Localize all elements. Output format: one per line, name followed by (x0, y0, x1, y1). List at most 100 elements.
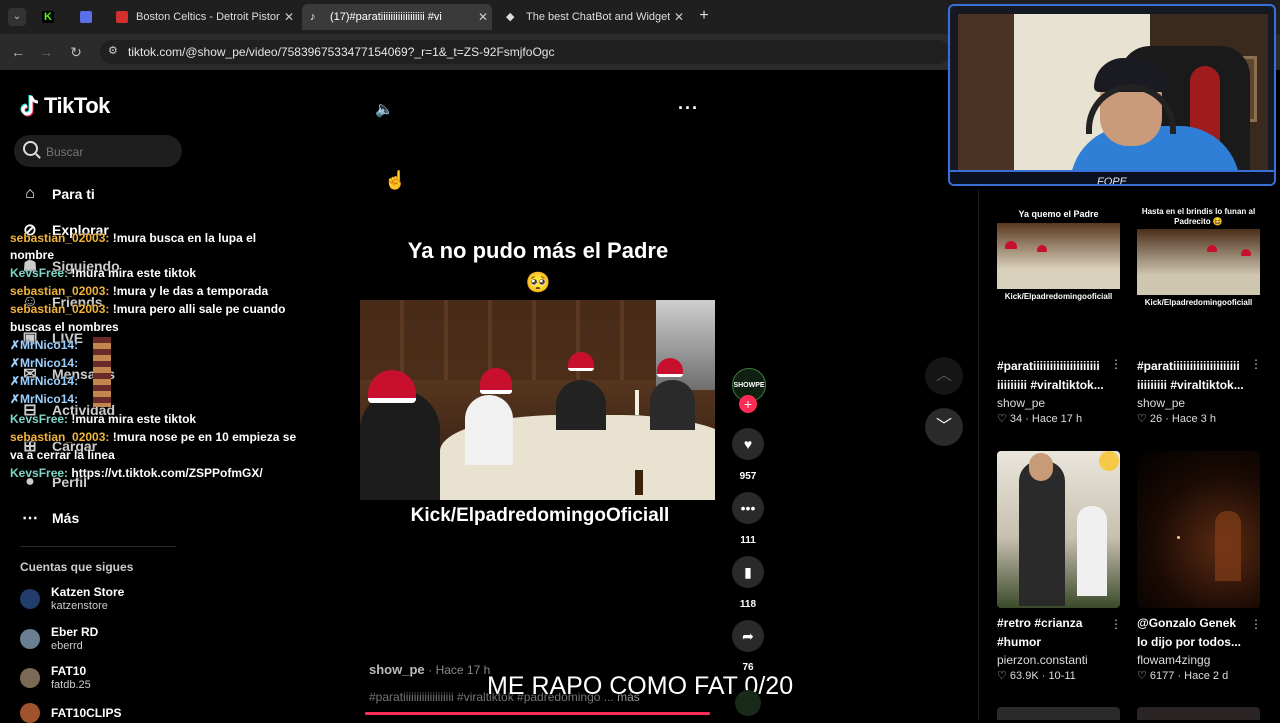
chat-line: ✗MrNico14: (10, 372, 78, 390)
like-button[interactable]: ♥ (732, 428, 764, 460)
new-tab-button[interactable]: + (694, 6, 714, 26)
tiktok-icon: ♪ (310, 11, 316, 23)
music-disc-icon[interactable] (735, 690, 761, 716)
webcam-name: FOPE (1097, 176, 1127, 186)
video-author-name[interactable]: show_pe (369, 662, 425, 677)
video-card[interactable]: @Gonzalo Genek lo dijo por todos... flow… (1137, 451, 1260, 684)
site-info-icon[interactable]: ⚙ (108, 44, 118, 57)
tiktok-logo[interactable]: TikTok (20, 93, 110, 119)
chat-text: !mura mira este tiktok (68, 412, 197, 426)
chat-line: ✗MrNico14: (10, 390, 78, 408)
save-button[interactable]: ▮ (732, 556, 764, 588)
follow-plus-button[interactable]: + (739, 395, 757, 413)
thumbnail-image (1137, 229, 1260, 295)
card-author[interactable]: show_pe (1137, 395, 1260, 411)
tab-list-dropdown-icon[interactable]: ⌄ (8, 8, 26, 26)
video-person (360, 390, 440, 500)
card-caption-line: @Gonzalo Genek (1137, 616, 1237, 630)
chat-user: sebastian_02003: (10, 430, 110, 444)
close-icon[interactable]: ✕ (474, 10, 492, 24)
following-handle: katzenstore (51, 600, 108, 612)
video-card[interactable] (1137, 707, 1260, 720)
card-more-icon[interactable]: ⋮ (1110, 617, 1122, 631)
thumbnail-caption: Ya quemo el Padre (1018, 209, 1099, 219)
comment-count: 111 (740, 535, 756, 546)
forward-icon[interactable]: → (36, 42, 56, 62)
sidebar-item-para-ti[interactable]: ⌂ Para ti (20, 184, 95, 204)
tab-kick[interactable]: K (34, 4, 64, 30)
chat-user: ✗MrNico14: (10, 374, 79, 388)
video-thumbnail (997, 451, 1120, 608)
url-field[interactable]: ⚙ tiktok.com/@show_pe/video/758396753347… (100, 40, 950, 64)
sidebar-item-mas[interactable]: ⋯ Más (20, 508, 79, 528)
save-count: 118 (739, 599, 757, 610)
chat-text: !mura pero alli sale pe cuando (109, 302, 286, 316)
card-more-icon[interactable]: ⋮ (1250, 617, 1262, 631)
search-handle (35, 153, 41, 159)
espn-icon (116, 11, 128, 23)
card-more-icon[interactable]: ⋮ (1250, 357, 1262, 371)
mouse-cursor-icon: ☝ (384, 170, 407, 190)
tab-title: Boston Celtics - Detroit Pistons (136, 11, 280, 23)
thumbnail-person-head (1029, 453, 1053, 481)
video-progress-track[interactable] (365, 712, 710, 715)
chat-line: nombre (10, 246, 54, 264)
app-icon (80, 11, 92, 23)
like-count: 957 (739, 471, 757, 482)
santa-hat-icon (1037, 245, 1047, 252)
chat-line: buscas el nombres (10, 318, 119, 336)
previous-video-button[interactable]: ︿ (925, 357, 963, 395)
card-stats: ♡ 63.9K · 10-11 (997, 670, 1076, 682)
card-more-icon[interactable]: ⋮ (1110, 357, 1122, 371)
tab-app[interactable] (72, 4, 102, 30)
close-icon[interactable]: ✕ (670, 10, 688, 24)
sidebar-item-label: Para ti (52, 186, 95, 202)
following-item[interactable]: FAT10CLIPS (20, 703, 121, 723)
video-thumbnail: Ya quemo el Padre Kick/Elpadredomingoofi… (997, 205, 1120, 362)
more-options-icon[interactable]: ··· (678, 98, 700, 118)
volume-icon[interactable]: 🔈 (375, 100, 395, 120)
following-item[interactable]: Eber RD eberrd (20, 625, 98, 653)
webcam-name-plate: FOPE (950, 170, 1274, 186)
thumbnail-person (1077, 506, 1107, 596)
chat-line: KevsFree: https://vt.tiktok.com/ZSPPofmG… (10, 464, 263, 482)
chat-text: !mura y le das a temporada (109, 284, 269, 298)
close-icon[interactable]: ✕ (280, 10, 298, 24)
video-card[interactable]: Hasta en el brindis lo funan al Padrecit… (1137, 205, 1260, 362)
card-author[interactable]: flowam4zingg (1137, 652, 1260, 668)
search-box[interactable] (14, 135, 182, 167)
video-frame[interactable] (360, 300, 715, 500)
following-item[interactable]: FAT10 fatdb.25 (20, 664, 91, 692)
video-card[interactable]: Ya quemo el Padre Kick/Elpadredomingoofi… (997, 205, 1120, 362)
card-caption-line: #retro #crianza (997, 616, 1083, 630)
santa-hat-icon (1207, 245, 1217, 252)
share-button[interactable]: ➦ (732, 620, 764, 652)
comment-icon: ••• (740, 500, 756, 516)
following-name: FAT10CLIPS (51, 706, 122, 720)
chat-line: va a cerrar la linea (10, 446, 115, 464)
thumbnail-watermark: Kick/Elpadredomingooficiall (1004, 292, 1113, 301)
card-author[interactable]: pierzon.constanti (997, 652, 1120, 668)
home-icon: ⌂ (25, 185, 35, 202)
thumbnail-image (997, 223, 1120, 289)
card-caption-line: #paratiiiiiiiiiiiiiiiiiiii (997, 359, 1100, 373)
back-icon[interactable]: ← (8, 42, 28, 62)
card-author[interactable]: show_pe (997, 395, 1120, 411)
following-item[interactable]: Katzen Store katzenstore (20, 585, 124, 613)
video-thumbnail (1137, 451, 1260, 608)
video-author: show_pe · Hace 17 h (369, 662, 490, 677)
tab-celtics[interactable]: Boston Celtics - Detroit Pistons ✕ (108, 4, 298, 30)
tab-chatbot[interactable]: ◆ The best ChatBot and Widgets ✕ (498, 4, 688, 30)
avatar (20, 668, 40, 688)
search-input[interactable] (44, 142, 178, 162)
thumbnail-light (1177, 536, 1180, 539)
avatar (20, 589, 40, 609)
tab-tiktok[interactable]: ♪ (17)#paratiiiiiiiiiiiiiiiiii #vi ✕ (302, 4, 492, 30)
more-icon: ⋯ (22, 510, 38, 527)
video-card[interactable]: #retro #crianza #humor pierzon.constanti… (997, 451, 1120, 684)
reload-icon[interactable]: ↻ (66, 42, 86, 62)
tab-title: The best ChatBot and Widgets (526, 11, 670, 23)
comment-button[interactable]: ••• (732, 492, 764, 524)
next-video-button[interactable]: ﹀ (925, 408, 963, 446)
video-card[interactable] (997, 707, 1120, 720)
